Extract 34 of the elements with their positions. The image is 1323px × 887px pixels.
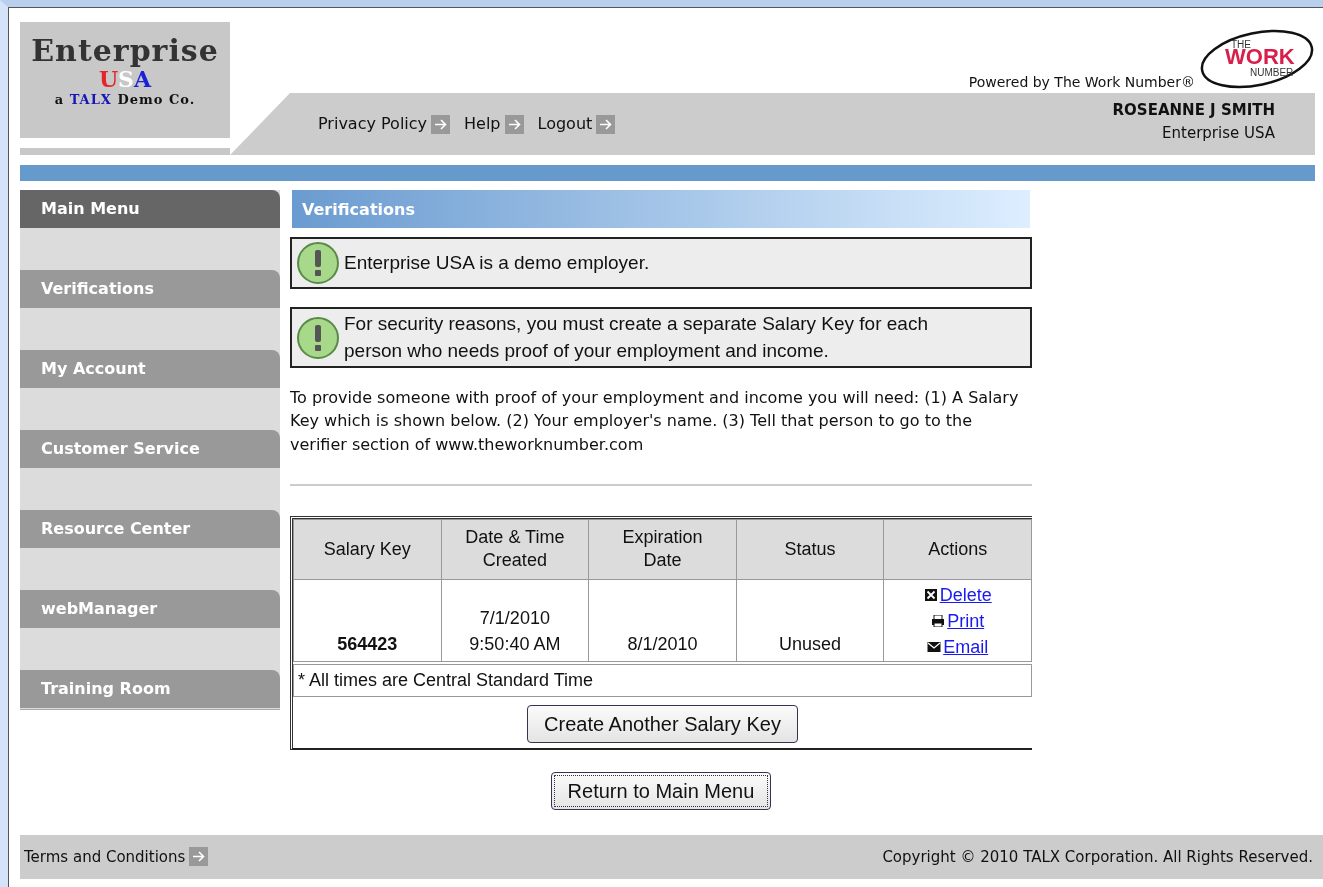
alert-message: For security reasons, you must create a separate Salary Key for each person who needs proof of your employment and income. xyxy=(344,312,929,363)
header-link[interactable]: Privacy Policy xyxy=(318,112,451,136)
email-link[interactable]: Email xyxy=(885,633,1030,660)
alert-message: Enterprise USA is a demo employer. xyxy=(344,250,650,275)
sidebar-item[interactable]: Main Menu xyxy=(20,190,280,228)
user-name: ROSEANNE J SMITH xyxy=(1112,100,1275,121)
alert-icon xyxy=(296,241,340,285)
table-cell: 8/1/2010 xyxy=(588,579,737,662)
table-cell: 564423 xyxy=(293,579,442,662)
print-icon xyxy=(931,614,946,627)
delete-link[interactable]: Delete xyxy=(885,581,1030,608)
table-cell: 7/1/2010 9:50:40 AM xyxy=(441,579,589,662)
email-icon xyxy=(927,640,942,653)
user-company: Enterprise USA xyxy=(1161,123,1275,145)
header-link[interactable]: Help xyxy=(464,112,524,136)
create-key-button[interactable]: Create Another Salary Key xyxy=(527,704,798,743)
terms-link[interactable]: Terms and Conditions xyxy=(24,845,209,868)
company-logo: Enterprise USA a TALX Demo Co. xyxy=(20,22,230,138)
footnote-text: * All times are Central Standard Time xyxy=(293,663,1032,697)
section-title: Verifications xyxy=(292,190,1030,228)
return-button[interactable]: Return to Main Menu xyxy=(550,771,772,810)
column-header: Salary Key xyxy=(293,519,442,580)
column-header: Status xyxy=(736,519,884,580)
alert-icon xyxy=(296,315,340,360)
copyright-text: Copyright © 2010 TALX Corporation. All Rights Reserved. xyxy=(882,846,1313,868)
table-cell: Unused xyxy=(736,579,884,662)
delete-icon xyxy=(923,588,938,601)
header-link[interactable]: Logout xyxy=(537,112,616,136)
column-header: Date & Time Created xyxy=(441,519,589,580)
powered-by-text: Powered by The Work Number® xyxy=(968,73,1195,92)
column-header: Actions xyxy=(883,519,1032,580)
instructions-text: To provide someone with proof of your employment and income you will need: (1) A Salary Key which is shown below. (2) Your employer's name. (3) Tell that person to go to the verifier section of www.theworknumber.com xyxy=(290,387,1020,456)
column-header: Expiration Date xyxy=(588,519,737,580)
print-link[interactable]: Print xyxy=(885,607,1030,634)
